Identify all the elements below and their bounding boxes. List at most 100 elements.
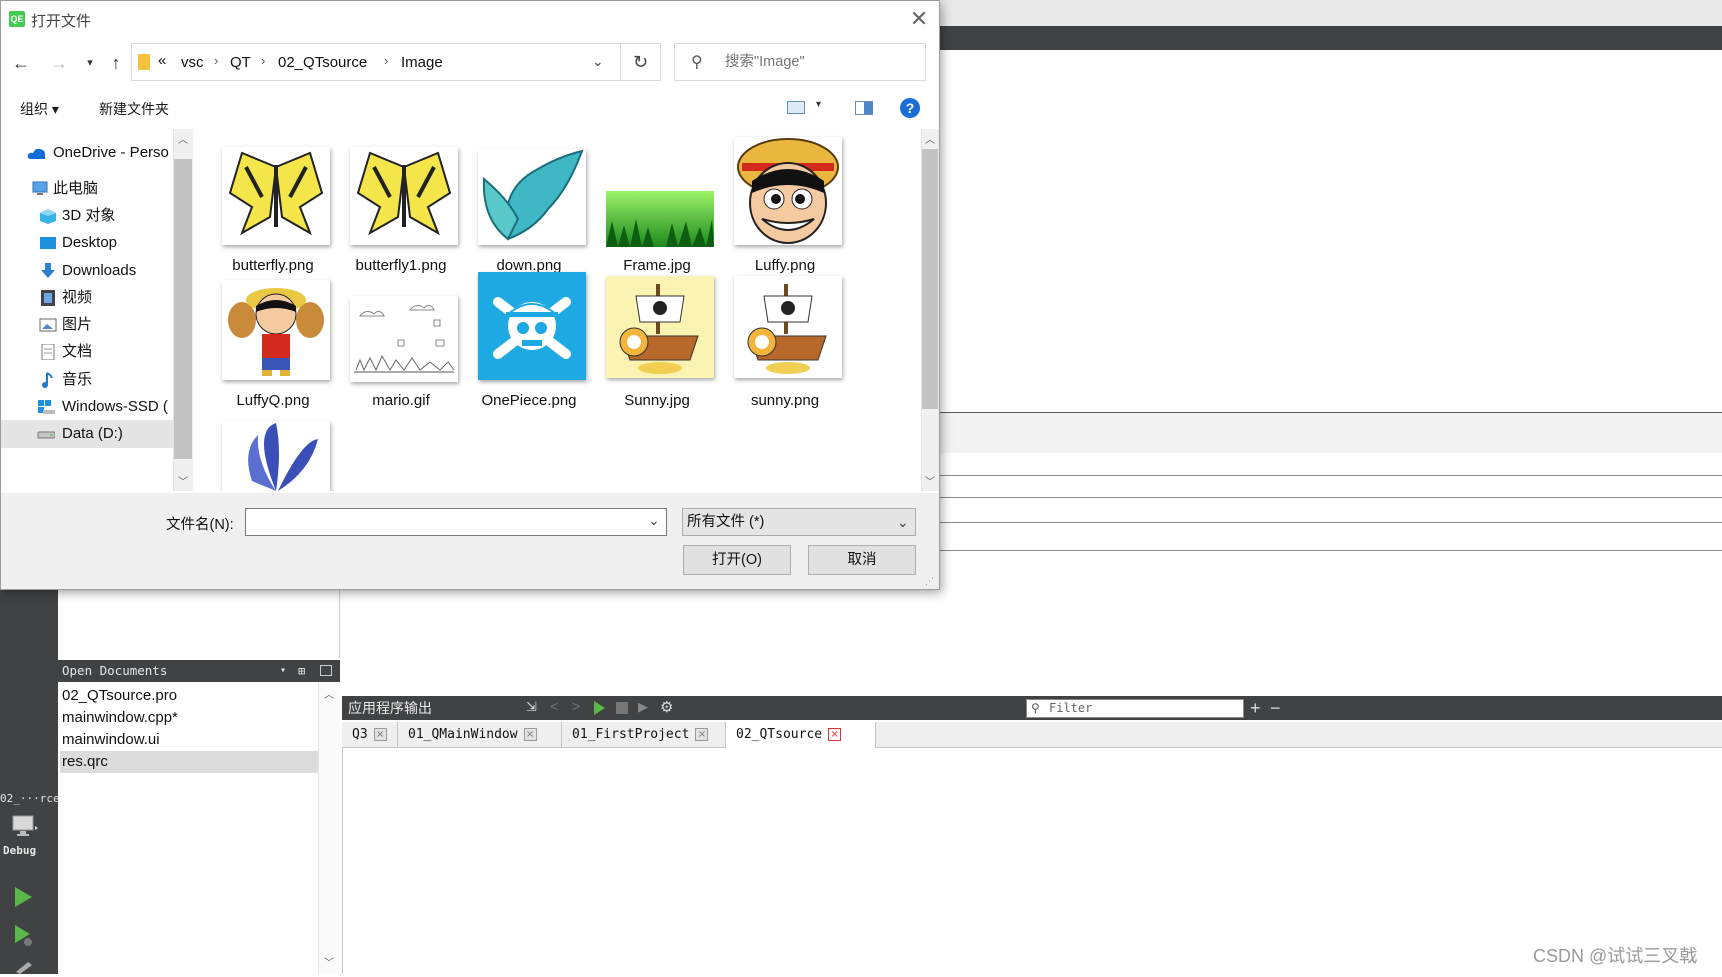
file-item[interactable]: Sunny.jpg [592,272,722,416]
nav-item-this-pc[interactable]: 此电脑 [1,175,173,203]
tab-02-qtsource[interactable]: 02_QTsource × [726,722,876,748]
nav-item-3d-objects[interactable]: 3D 对象 [1,202,173,230]
organize-button[interactable]: 组织 ▾ [20,99,59,119]
rerun-icon[interactable] [594,701,605,715]
download-arrow-icon [41,263,55,278]
nav-item-windows-ssd[interactable]: Windows-SSD ( [1,393,173,421]
new-folder-button[interactable]: 新建文件夹 [99,99,169,119]
watermark: CSDN @试试三叉戟 [1533,946,1698,966]
scroll-up-icon[interactable]: ︿ [321,686,337,701]
chevron-right-icon[interactable]: › [214,53,218,68]
music-note-icon [42,372,53,388]
nav-item-documents[interactable]: 文档 [1,338,173,366]
scroll-down-icon[interactable]: ﹀ [321,954,337,969]
breadcrumb-02-qtsource[interactable]: 02_QTsource [278,54,367,71]
chevron-down-icon[interactable]: ⌄ [648,512,660,529]
help-icon[interactable]: ? [900,98,920,118]
filename-input[interactable]: ⌄ [245,508,667,536]
file-item[interactable]: butterfly1.png [336,137,466,281]
file-item[interactable]: Frame.jpg [592,137,722,281]
add-icon[interactable]: + [1250,696,1261,720]
file-item[interactable]: LuffyQ.png [208,272,338,416]
stop-icon[interactable] [616,702,628,714]
preview-pane-icon[interactable] [855,101,873,115]
dropdown-chevron-icon[interactable]: ▾ [280,660,286,682]
file-item[interactable]: down.png [464,137,594,281]
gear-icon[interactable]: ⚙ [660,698,673,716]
chevron-down-icon[interactable]: ⌄ [592,53,604,70]
close-icon[interactable]: × [828,728,842,741]
nav-item-desktop[interactable]: Desktop [1,229,173,257]
qt-app-icon: QE [9,11,25,27]
editor-line [940,497,1722,498]
nav-item-onedrive[interactable]: OneDrive - Perso [1,139,173,167]
file-item[interactable]: Luffy.png [720,137,850,281]
output-filter-input[interactable]: ⚲ Filter [1026,699,1244,718]
open-documents-header: Open Documents ▾ ⊞ [58,660,340,682]
file-item[interactable]: butterfly.png [208,137,338,281]
open-document-item-selected[interactable]: res.qrc [60,751,318,773]
editor-line [940,475,1722,476]
refresh-button[interactable]: ↻ [621,43,661,81]
navigation-scroll-thumb[interactable] [174,159,192,459]
nav-item-videos[interactable]: 视频 [1,284,173,312]
file-item[interactable]: sunny.png [720,272,850,416]
chevron-right-icon[interactable]: › [384,53,388,68]
view-mode-icon[interactable] [787,101,805,114]
files-scroll-thumb[interactable] [922,149,938,409]
file-item[interactable] [208,421,338,491]
breadcrumb-vsc[interactable]: vsc [181,54,204,71]
close-icon[interactable]: × [523,728,537,741]
chevron-right-icon[interactable]: › [261,53,265,68]
tab-01-firstproject[interactable]: 01_FirstProject × [562,722,726,748]
close-pane-icon[interactable] [320,665,332,676]
back-button[interactable]: ← [10,51,32,75]
open-button[interactable]: 打开(O) [683,545,791,575]
documents-scrollbar[interactable]: ︿ ﹀ [318,682,340,974]
run-icon[interactable] [13,886,33,908]
open-document-item[interactable]: 02_QTsource.pro [60,685,318,707]
close-icon[interactable]: × [373,728,387,741]
cancel-button[interactable]: 取消 [808,545,916,575]
view-dropdown-icon[interactable]: ▾ [816,99,821,110]
close-icon[interactable]: × [695,728,709,741]
path-overflow-icon[interactable]: « [158,52,166,69]
open-document-item[interactable]: mainwindow.ui [60,729,318,751]
forward-button[interactable]: → [48,51,70,75]
nav-item-downloads[interactable]: Downloads [1,257,173,285]
nav-item-music[interactable]: 音乐 [1,366,173,394]
tab-q3[interactable]: Q3 × [342,722,398,748]
debug-run-icon[interactable] [13,924,35,948]
next-icon[interactable]: > [572,698,580,714]
close-button[interactable]: ✕ [907,7,931,31]
attach-icon[interactable]: ⇲ [526,699,537,715]
breadcrumb-image[interactable]: Image [401,54,443,71]
folder-icon [138,54,150,70]
minus-icon[interactable]: − [1270,696,1281,720]
search-input[interactable] [725,52,915,72]
scroll-up-icon[interactable]: ︿ [175,131,191,146]
breadcrumb-qt[interactable]: QT [230,54,251,71]
split-icon[interactable]: ⊞ [298,660,305,682]
address-bar[interactable]: « vsc › QT › 02_QTsource › Image ⌄ [131,43,621,81]
dialog-titlebar[interactable]: QE 打开文件 ✕ [1,1,939,37]
tab-01-qmainwindow[interactable]: 01_QMainWindow × [398,722,562,748]
search-box[interactable]: ⚲ [674,43,926,81]
attach-debugger-icon[interactable]: ▶ [638,699,648,715]
up-button[interactable]: ↑ [105,51,127,75]
scroll-up-icon[interactable]: ︿ [922,131,938,146]
recent-locations-button[interactable]: ▾ [79,51,101,75]
file-item[interactable]: OnePiece.png [464,272,594,416]
scroll-down-icon[interactable]: ﹀ [175,473,191,488]
file-item[interactable]: mario.gif [336,272,466,416]
nav-item-data-d[interactable]: Data (D:) [1,420,173,448]
build-hammer-icon[interactable] [14,960,34,974]
file-type-select[interactable]: 所有文件 (*) ⌄ [682,508,916,536]
previous-icon[interactable]: < [550,698,558,714]
scroll-down-icon[interactable]: ﹀ [922,473,938,488]
application-output-pane[interactable] [342,748,1722,974]
resize-grip-icon[interactable]: ⋰ [925,575,937,587]
open-document-item[interactable]: mainwindow.cpp* [60,707,318,729]
nav-item-pictures[interactable]: 图片 [1,311,173,339]
monitor-icon[interactable] [12,814,38,836]
